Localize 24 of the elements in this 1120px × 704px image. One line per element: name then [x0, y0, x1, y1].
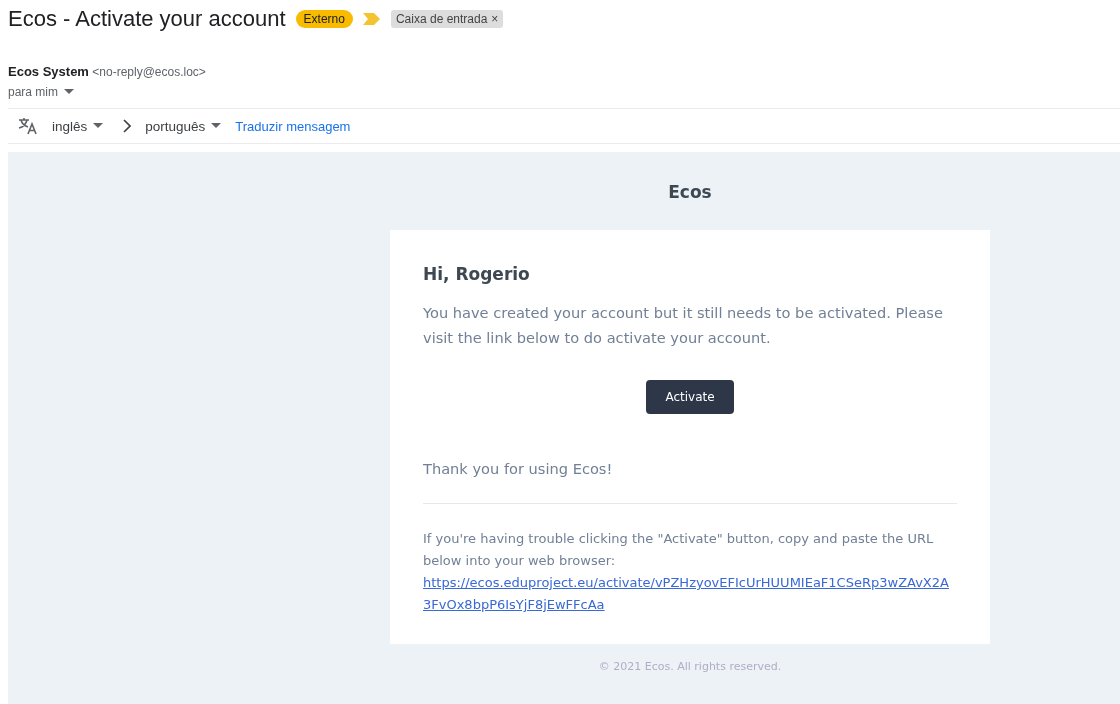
brand-name: Ecos: [668, 182, 712, 202]
thanks-text: Thank you for using Ecos!: [423, 459, 614, 479]
external-label: Externo: [295, 10, 353, 28]
dropdown-caret-icon: [93, 123, 104, 129]
translate-message-link[interactable]: Traduzir mensagem: [235, 118, 351, 134]
footer-text: © 2021 Ecos. All rights reserved.: [598, 660, 782, 673]
activate-button[interactable]: Activate: [646, 380, 734, 414]
recipient-text: para mim: [8, 85, 58, 99]
dropdown-caret-icon[interactable]: [64, 89, 74, 95]
intro-paragraph: You have created your account but it still needs to be activated. Please visit the link below to do activate your account.: [423, 303, 944, 348]
target-language-dropdown[interactable]: português: [145, 118, 222, 134]
chevron-right-icon: [123, 119, 132, 133]
greeting: Hi, Rogerio: [423, 264, 531, 284]
translate-icon: [18, 117, 38, 135]
email-subject: Ecos - Activate your account: [8, 6, 286, 32]
dropdown-caret-icon: [211, 123, 222, 129]
source-language-dropdown[interactable]: inglês: [52, 118, 104, 134]
importance-marker-icon[interactable]: [362, 12, 381, 26]
trouble-paragraph: If you're having trouble clicking the "Activate" button, copy and paste the URL below into your web browser: https://ecos.eduproject.eu/activate/vPZHzyovEFIcUrHUUMIEaF1CSeRp3wZAvX2A3FvOx8bpP6IsYjF8jEwFFcAa: [423, 528, 957, 616]
activation-link[interactable]: https://ecos.eduproject.eu/activate/vPZHzyovEFIcUrHUUMIEaF1CSeRp3wZAvX2A3FvOx8bpP6IsYjF8jEwFFcAa: [423, 572, 957, 616]
sender-name: Ecos System: [8, 64, 89, 79]
sender-address: <no-reply@ecos.loc>: [92, 65, 206, 79]
remove-label-button[interactable]: ×: [491, 12, 499, 26]
label-text: Caixa de entrada: [395, 12, 488, 26]
